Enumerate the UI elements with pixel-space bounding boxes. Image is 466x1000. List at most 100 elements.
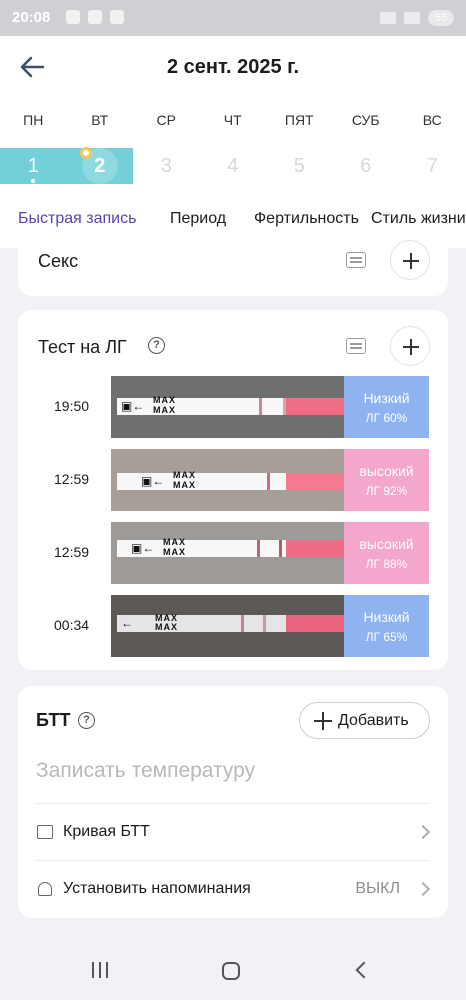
tab-quick-entry[interactable]: Быстрая запись bbox=[18, 210, 136, 228]
strip-label: MAX bbox=[173, 480, 196, 490]
btt-card: БТТ ? Добавить Записать температуру Крив… bbox=[18, 686, 448, 918]
strip-label: MAX bbox=[163, 547, 186, 557]
back-icon[interactable] bbox=[355, 961, 373, 979]
lh-card-title: Тест на ЛГ bbox=[38, 337, 127, 357]
test-percent: ЛГ 92% bbox=[365, 484, 408, 498]
tab-lifestyle[interactable]: Стиль жизни bbox=[371, 210, 466, 228]
wifi-icon bbox=[404, 12, 420, 24]
test-time: 19:50 bbox=[54, 398, 90, 414]
date-cell-1[interactable]: 1 bbox=[0, 146, 67, 186]
lh-test-row[interactable]: 00:34 ← MAX MAX Низкий ЛГ 65% bbox=[18, 595, 448, 657]
note-icon[interactable] bbox=[346, 252, 366, 268]
strip-label: MAX bbox=[155, 622, 178, 632]
test-level: Низкий bbox=[363, 390, 410, 406]
date-cell-5[interactable]: 5 bbox=[266, 146, 333, 186]
control-line bbox=[267, 473, 270, 490]
control-line bbox=[241, 615, 244, 632]
test-line bbox=[279, 540, 282, 557]
test-time: 00:34 bbox=[54, 617, 90, 633]
recent-apps-icon[interactable] bbox=[91, 962, 109, 978]
test-time: 12:59 bbox=[54, 544, 90, 560]
date-cell-2-selected[interactable]: 2 bbox=[67, 146, 134, 186]
weekday-label: ВТ bbox=[91, 112, 109, 128]
control-line bbox=[259, 398, 262, 415]
plus-icon bbox=[314, 712, 332, 730]
chart-icon bbox=[37, 825, 53, 839]
test-strip-photo: ▣← MAX MAX bbox=[111, 376, 344, 438]
strip-arrow-icon: ▣← bbox=[141, 474, 165, 488]
weekday-label: ПН bbox=[23, 112, 44, 128]
record-temperature-input[interactable]: Записать температуру bbox=[36, 759, 255, 783]
strip-arrow-icon: ← bbox=[121, 616, 133, 630]
test-result-badge: Низкий ЛГ 65% bbox=[344, 595, 429, 657]
signal-icon bbox=[380, 12, 396, 24]
chevron-right-icon[interactable] bbox=[415, 881, 431, 897]
test-level: высокий bbox=[359, 463, 414, 479]
date-number: 4 bbox=[227, 155, 239, 177]
page-title: 2 сент. 2025 г. bbox=[166, 56, 300, 78]
test-level: высокий bbox=[359, 536, 414, 552]
weekday-label: ВС bbox=[422, 112, 442, 128]
btt-card-title: БТТ bbox=[36, 710, 71, 730]
add-lh-test-button[interactable] bbox=[390, 326, 430, 366]
date-number: 7 bbox=[426, 155, 438, 177]
strip-label: MAX bbox=[163, 537, 186, 547]
date-strip: 1 2 3 4 5 6 7 bbox=[0, 146, 466, 186]
date-cell-6[interactable]: 6 bbox=[333, 146, 400, 186]
weekday-label: СУБ bbox=[351, 112, 380, 128]
date-number: 3 bbox=[160, 155, 172, 177]
strip-label: MAX bbox=[153, 395, 176, 405]
strip-dye-area bbox=[286, 615, 344, 632]
strip-label: MAX bbox=[173, 470, 196, 480]
date-number: 6 bbox=[360, 155, 372, 177]
today-dot bbox=[31, 179, 35, 183]
date-cell-7[interactable]: 7 bbox=[399, 146, 466, 186]
date-number: 5 bbox=[293, 155, 305, 177]
add-button-label: Добавить bbox=[338, 712, 409, 729]
tab-period[interactable]: Период bbox=[170, 210, 226, 228]
add-btt-button[interactable]: Добавить bbox=[299, 702, 430, 739]
divider bbox=[36, 860, 430, 861]
battery-icon: 55 bbox=[428, 10, 454, 26]
bell-icon bbox=[38, 882, 52, 896]
test-result-badge: высокий ЛГ 88% bbox=[344, 522, 429, 584]
lh-test-row[interactable]: 19:50 ▣← MAX MAX Низкий ЛГ 60% bbox=[18, 376, 448, 438]
help-icon[interactable]: ? bbox=[78, 712, 95, 729]
control-line bbox=[257, 540, 260, 557]
test-strip-photo: ← MAX MAX bbox=[111, 595, 344, 657]
date-cell-3[interactable]: 3 bbox=[133, 146, 200, 186]
reminder-status: ВЫКЛ bbox=[355, 880, 400, 897]
note-icon[interactable] bbox=[346, 338, 366, 354]
lh-test-row[interactable]: 12:59 ▣← MAX MAX высокий ЛГ 92% bbox=[18, 449, 448, 511]
test-result-badge: Низкий ЛГ 60% bbox=[344, 376, 429, 438]
system-nav-bar bbox=[0, 940, 466, 1000]
test-percent: ЛГ 65% bbox=[365, 630, 408, 644]
strip-label: MAX bbox=[153, 405, 176, 415]
date-number: 1 bbox=[27, 155, 39, 177]
strip-arrow-icon: ▣← bbox=[121, 399, 145, 413]
set-reminder-link[interactable]: Установить напоминания bbox=[63, 880, 251, 898]
sex-card: Секс bbox=[18, 230, 448, 296]
strip-dye-area bbox=[286, 398, 344, 415]
sex-card-title: Секс bbox=[38, 251, 79, 271]
chevron-right-icon[interactable] bbox=[415, 824, 431, 840]
lh-test-row[interactable]: 12:59 ▣← MAX MAX высокий ЛГ 88% bbox=[18, 522, 448, 584]
weekday-label: ПЯТ bbox=[284, 112, 314, 128]
notification-icon bbox=[88, 10, 102, 24]
help-icon[interactable]: ? bbox=[148, 337, 165, 354]
ovulation-ring-icon bbox=[80, 147, 92, 159]
test-strip-photo: ▣← MAX MAX bbox=[111, 449, 344, 511]
status-time: 20:08 bbox=[12, 9, 51, 26]
test-percent: ЛГ 88% bbox=[365, 557, 408, 571]
add-sex-button[interactable] bbox=[390, 240, 430, 280]
strip-dye-area bbox=[286, 473, 344, 490]
test-line bbox=[263, 615, 266, 632]
test-percent: ЛГ 60% bbox=[365, 411, 408, 425]
notification-icon bbox=[110, 10, 124, 24]
date-cell-4[interactable]: 4 bbox=[200, 146, 267, 186]
divider bbox=[36, 803, 430, 804]
home-icon[interactable] bbox=[222, 962, 240, 980]
tab-fertility[interactable]: Фертильность bbox=[254, 210, 359, 228]
strip-arrow-icon: ▣← bbox=[131, 541, 155, 555]
btt-curve-link[interactable]: Кривая БТТ bbox=[63, 823, 150, 841]
